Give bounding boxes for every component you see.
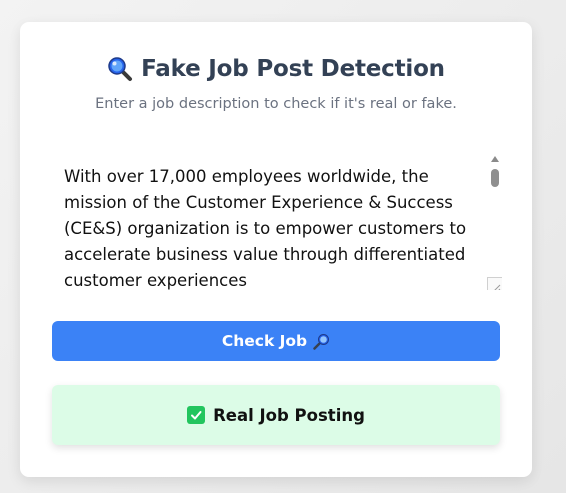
scroll-thumb[interactable] [491, 169, 499, 187]
result-banner: Real Job Posting [52, 385, 500, 445]
job-description-input[interactable]: With over 17,000 employees worldwide, th… [52, 150, 502, 290]
check-job-label: Check Job [221, 332, 308, 350]
resize-handle-icon[interactable] [487, 277, 502, 290]
page-subtitle: Enter a job description to check if it's… [95, 96, 457, 112]
check-mark-icon [187, 406, 206, 424]
magnifier-icon [107, 56, 133, 82]
page-title: Fake Job Post Detection [141, 56, 445, 82]
magnifier-icon [313, 333, 330, 350]
result-text: Real Job Posting [213, 405, 365, 425]
check-job-button[interactable]: Check Job [52, 321, 500, 361]
textarea-scrollbar[interactable] [488, 156, 502, 284]
detection-card: Fake Job Post Detection Enter a job desc… [20, 22, 532, 477]
job-description-text[interactable]: With over 17,000 employees worldwide, th… [64, 164, 474, 290]
header: Fake Job Post Detection [20, 56, 532, 82]
scroll-up-icon[interactable] [491, 156, 499, 162]
